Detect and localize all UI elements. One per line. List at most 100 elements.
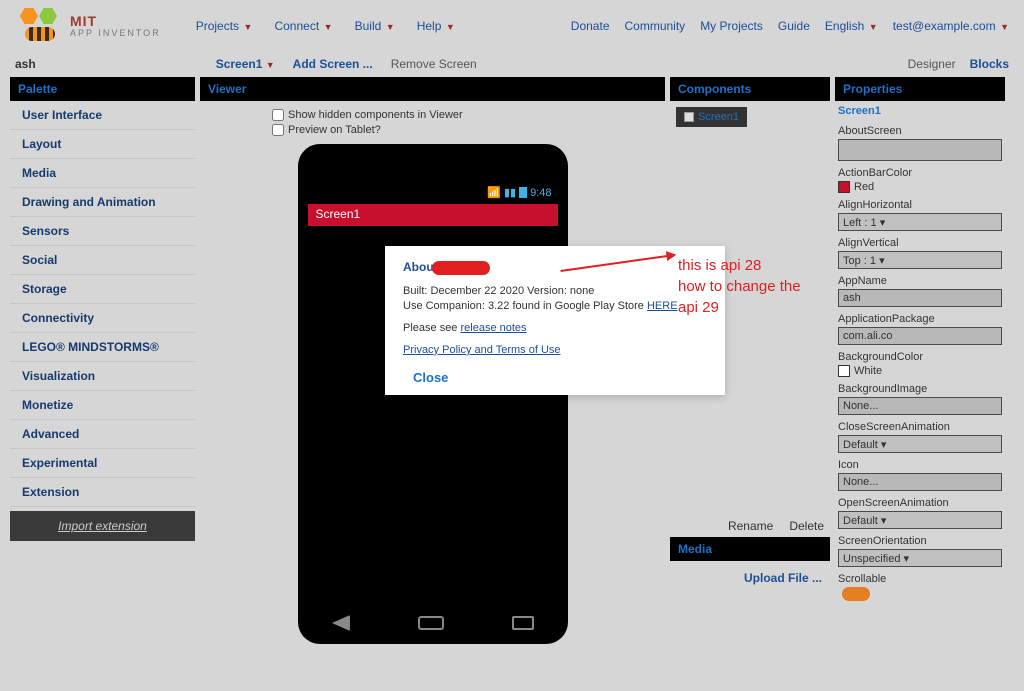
palette-lego-mindstorms-[interactable]: LEGO® MINDSTORMS®	[10, 333, 195, 362]
palette-social[interactable]: Social	[10, 246, 195, 275]
here-link[interactable]: HERE	[647, 300, 678, 312]
project-name: ash	[15, 57, 36, 71]
palette-user-interface[interactable]: User Interface	[10, 101, 195, 130]
menu-left: Projects ▼ Connect ▼ Build ▼ Help ▼	[196, 19, 455, 33]
prop-applicationpackage[interactable]: com.ali.co	[838, 327, 1002, 345]
menu-right: Donate Community My Projects Guide English ▼…	[571, 19, 1009, 33]
show-hidden-label: Show hidden components in Viewer	[288, 109, 463, 121]
menu-connect[interactable]: Connect ▼	[274, 19, 332, 33]
logo-title: MIT	[70, 14, 161, 28]
prop-label-scrollable: Scrollable	[838, 573, 1002, 585]
palette-media[interactable]: Media	[10, 159, 195, 188]
show-hidden-checkbox[interactable]	[272, 109, 284, 121]
palette-sensors[interactable]: Sensors	[10, 217, 195, 246]
prop-alignhorizontal[interactable]: Left : 1 ▾	[838, 213, 1002, 231]
menu-projects[interactable]: Projects ▼	[196, 19, 253, 33]
palette-extension[interactable]: Extension	[10, 478, 195, 507]
palette-storage[interactable]: Storage	[10, 275, 195, 304]
battery-icon	[519, 187, 527, 198]
import-extension[interactable]: Import extension	[10, 511, 195, 541]
privacy-link[interactable]: Privacy Policy and Terms of Use	[403, 344, 561, 356]
logo-subtitle: APP INVENTOR	[70, 28, 161, 38]
prop-label-screenorientation: ScreenOrientation	[838, 535, 1002, 547]
menu-my-projects[interactable]: My Projects	[700, 19, 763, 33]
home-icon[interactable]	[418, 616, 444, 630]
menu-community[interactable]: Community	[625, 19, 686, 33]
upload-file-button[interactable]: Upload File ...	[670, 561, 830, 595]
screen-dropdown[interactable]: Screen1 ▼	[216, 57, 275, 71]
preview-tablet-label: Preview on Tablet?	[288, 124, 381, 136]
prop-aboutscreen[interactable]	[838, 139, 1002, 161]
dialog-built: Built: December 22 2020 Version: none	[403, 285, 707, 297]
designer-tab[interactable]: Designer	[908, 57, 956, 71]
release-notes-link[interactable]: release notes	[460, 322, 526, 334]
properties-panel: Properties Screen1 AboutScreen ActionBarC…	[835, 77, 1005, 691]
logo-icon	[15, 8, 65, 43]
palette-layout[interactable]: Layout	[10, 130, 195, 159]
prop-label-alignhorizontal: AlignHorizontal	[838, 199, 1002, 211]
delete-button[interactable]: Delete	[789, 519, 824, 533]
prop-closescreenanimation[interactable]: Default ▾	[838, 435, 1002, 453]
annotation-text: this is api 28 how to change the api 29	[678, 255, 801, 318]
prop-scrollable[interactable]	[842, 587, 870, 601]
prop-appname[interactable]: ash	[838, 289, 1002, 307]
add-screen-button[interactable]: Add Screen ...	[293, 57, 373, 71]
redaction	[432, 261, 490, 275]
rename-button[interactable]: Rename	[728, 519, 773, 533]
properties-header: Properties	[835, 77, 1005, 101]
preview-tablet-checkbox[interactable]	[272, 124, 284, 136]
prop-label-aboutscreen: AboutScreen	[838, 125, 1002, 137]
color-swatch[interactable]	[838, 365, 850, 377]
menu-test-example-com[interactable]: test@example.com ▼	[893, 19, 1009, 33]
palette-connectivity[interactable]: Connectivity	[10, 304, 195, 333]
prop-backgroundimage[interactable]: None...	[838, 397, 1002, 415]
prop-label-closescreenanimation: CloseScreenAnimation	[838, 421, 1002, 433]
palette-drawing-and-animation[interactable]: Drawing and Animation	[10, 188, 195, 217]
components-header: Components	[670, 77, 830, 101]
wifi-icon: 📶	[487, 186, 501, 199]
blocks-tab[interactable]: Blocks	[970, 57, 1009, 71]
clock: 9:48	[530, 187, 551, 199]
nav-buttons	[298, 608, 568, 638]
palette-advanced[interactable]: Advanced	[10, 420, 195, 449]
close-button[interactable]: Close	[413, 370, 707, 385]
menu-help[interactable]: Help ▼	[417, 19, 455, 33]
remove-screen-button[interactable]: Remove Screen	[391, 57, 477, 71]
media-header: Media	[670, 537, 830, 561]
prop-label-applicationpackage: ApplicationPackage	[838, 313, 1002, 325]
palette-monetize[interactable]: Monetize	[10, 391, 195, 420]
sub-bar: ash Screen1 ▼ Add Screen ... Remove Scre…	[0, 47, 1024, 77]
palette-list: User InterfaceLayoutMediaDrawing and Ani…	[10, 101, 195, 507]
menu-guide[interactable]: Guide	[778, 19, 810, 33]
properties-screen: Screen1	[838, 105, 1002, 117]
prop-label-icon: Icon	[838, 459, 1002, 471]
prop-label-alignvertical: AlignVertical	[838, 237, 1002, 249]
prop-alignvertical[interactable]: Top : 1 ▾	[838, 251, 1002, 269]
properties-list: AboutScreenActionBarColorRedAlignHorizon…	[838, 125, 1002, 604]
viewer-header: Viewer	[200, 77, 665, 101]
palette-panel: Palette User InterfaceLayoutMediaDrawing…	[10, 77, 195, 691]
menu-build[interactable]: Build ▼	[355, 19, 395, 33]
about-dialog: Abou Built: December 22 2020 Version: no…	[385, 246, 725, 395]
menu-donate[interactable]: Donate	[571, 19, 610, 33]
status-bar: 📶 ▮▮ 9:48	[487, 186, 551, 199]
menu-english[interactable]: English ▼	[825, 19, 878, 33]
prop-label-actionbarcolor: ActionBarColor	[838, 167, 1002, 179]
color-swatch[interactable]	[838, 181, 850, 193]
recent-icon[interactable]	[512, 616, 534, 630]
component-screen1[interactable]: Screen1	[676, 107, 747, 127]
prop-label-backgroundcolor: BackgroundColor	[838, 351, 1002, 363]
prop-openscreenanimation[interactable]: Default ▾	[838, 511, 1002, 529]
dialog-companion: Use Companion: 3.22 found in Google Play…	[403, 300, 707, 312]
prop-screenorientation[interactable]: Unspecified ▾	[838, 549, 1002, 567]
prop-icon[interactable]: None...	[838, 473, 1002, 491]
palette-experimental[interactable]: Experimental	[10, 449, 195, 478]
app-bar: Screen1	[308, 204, 558, 226]
back-icon[interactable]	[332, 615, 350, 631]
component-tree: Screen1	[670, 101, 830, 133]
logo[interactable]: MIT APP INVENTOR	[15, 8, 161, 43]
top-bar: MIT APP INVENTOR Projects ▼ Connect ▼ Buil…	[0, 0, 1024, 47]
dialog-title: Abou	[403, 260, 707, 275]
prop-label-openscreenanimation: OpenScreenAnimation	[838, 497, 1002, 509]
palette-visualization[interactable]: Visualization	[10, 362, 195, 391]
